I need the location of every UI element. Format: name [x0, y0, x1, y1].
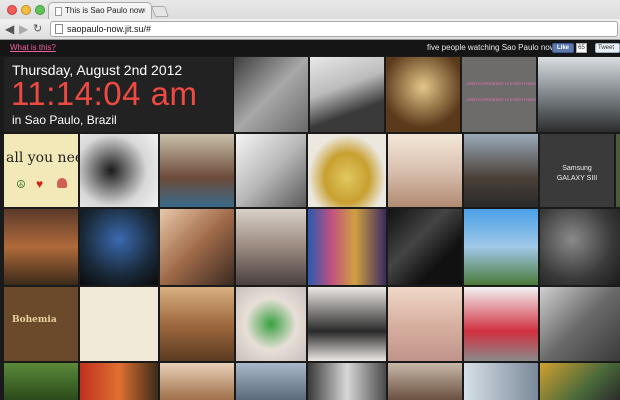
photo-tile[interactable]: Bohemia: [4, 287, 78, 361]
photo-caption: USER EXPERIENCE IS EVERYTHING: [466, 81, 536, 86]
zoom-window-button[interactable]: [35, 5, 45, 15]
reload-icon[interactable]: ↻: [33, 21, 42, 37]
current-location: in Sao Paulo, Brazil: [12, 113, 117, 127]
photo-tile[interactable]: [4, 363, 78, 400]
title-bar: This is Sao Paulo now ×: [0, 0, 620, 19]
photo-tile[interactable]: [160, 134, 234, 207]
minimize-window-button[interactable]: [21, 5, 31, 15]
photo-caption: Samsung GALAXY SIII: [556, 165, 598, 182]
current-time: 11:14:04 am: [11, 75, 198, 112]
tweet-button[interactable]: Tweet: [595, 43, 620, 53]
photo-tile[interactable]: [80, 287, 158, 361]
photo-tile[interactable]: [234, 57, 308, 132]
photo-tile[interactable]: [388, 363, 462, 400]
tab-close-icon[interactable]: ×: [141, 3, 146, 19]
photo-tile[interactable]: [540, 209, 620, 285]
clock-panel: Thursday, August 2nd 2012 11:14:04 am in…: [4, 57, 233, 132]
like-count: 65: [576, 43, 587, 53]
photo-caption: USER EXPERIENCE IS EVERYTHING: [466, 97, 536, 102]
page-icon: [55, 7, 62, 16]
photo-tile[interactable]: [538, 57, 620, 132]
photo-tile[interactable]: [308, 287, 386, 361]
photo-tile[interactable]: [4, 209, 78, 285]
page-header: What is this? five people watching Sao P…: [0, 40, 620, 56]
photo-tile[interactable]: [464, 287, 538, 361]
photo-tile[interactable]: [236, 363, 306, 400]
photo-tile[interactable]: [464, 363, 538, 400]
heart-icon: ♥: [36, 177, 44, 191]
page-icon: [55, 24, 63, 34]
photo-tile[interactable]: [80, 363, 158, 400]
photo-caption: all you need is: [6, 150, 78, 166]
photo-tile[interactable]: [80, 134, 158, 207]
photo-tile[interactable]: [310, 57, 384, 132]
new-tab-button[interactable]: [150, 6, 170, 17]
back-icon[interactable]: ◀: [5, 21, 14, 37]
tab-sao-paulo-now[interactable]: This is Sao Paulo now ×: [48, 2, 152, 19]
photo-tile[interactable]: [160, 209, 234, 285]
browser-chrome: This is Sao Paulo now × ◀ ▶ ↻ saopaulo-n…: [0, 0, 620, 40]
photo-tile[interactable]: [308, 134, 386, 207]
photo-tile[interactable]: USER EXPERIENCE IS EVERYTHING USER EXPER…: [462, 57, 536, 132]
cupcake-icon: [57, 178, 67, 188]
photo-tile[interactable]: [160, 287, 234, 361]
photo-tile[interactable]: [388, 134, 462, 207]
browser-toolbar: ◀ ▶ ↻ saopaulo-now.jit.su/#: [0, 19, 620, 40]
photo-tile[interactable]: [160, 363, 234, 400]
photo-tile[interactable]: [540, 287, 620, 361]
forward-icon[interactable]: ▶: [19, 21, 28, 37]
tab-title: This is Sao Paulo now: [65, 6, 145, 15]
photo-tile[interactable]: [236, 209, 306, 285]
photo-tile[interactable]: [464, 134, 538, 207]
photo-tile[interactable]: [308, 209, 386, 285]
photo-tile[interactable]: [540, 363, 620, 400]
photo-tile[interactable]: Samsung GALAXY SIII: [540, 134, 614, 207]
photo-tile[interactable]: [236, 134, 306, 207]
watching-count-text: five people watching Sao Paulo now: [427, 43, 556, 52]
photo-tile[interactable]: [308, 363, 386, 400]
url-text[interactable]: saopaulo-now.jit.su/#: [67, 22, 151, 36]
photo-tile[interactable]: [236, 287, 306, 361]
photo-caption: Bohemia: [12, 315, 57, 325]
photo-tile[interactable]: [80, 209, 158, 285]
photo-tile[interactable]: [386, 57, 460, 132]
address-bar[interactable]: saopaulo-now.jit.su/#: [50, 21, 618, 37]
facebook-like-button[interactable]: Like: [552, 43, 574, 53]
photo-tile[interactable]: [464, 209, 538, 285]
peace-icon: ☮: [16, 179, 26, 191]
photo-tile[interactable]: [616, 134, 620, 207]
photo-tile[interactable]: all you need is ☮ ♥: [4, 134, 78, 207]
close-window-button[interactable]: [7, 5, 17, 15]
what-is-this-link[interactable]: What is this?: [10, 43, 56, 52]
photo-tile[interactable]: [388, 287, 462, 361]
photo-tile[interactable]: [388, 209, 462, 285]
